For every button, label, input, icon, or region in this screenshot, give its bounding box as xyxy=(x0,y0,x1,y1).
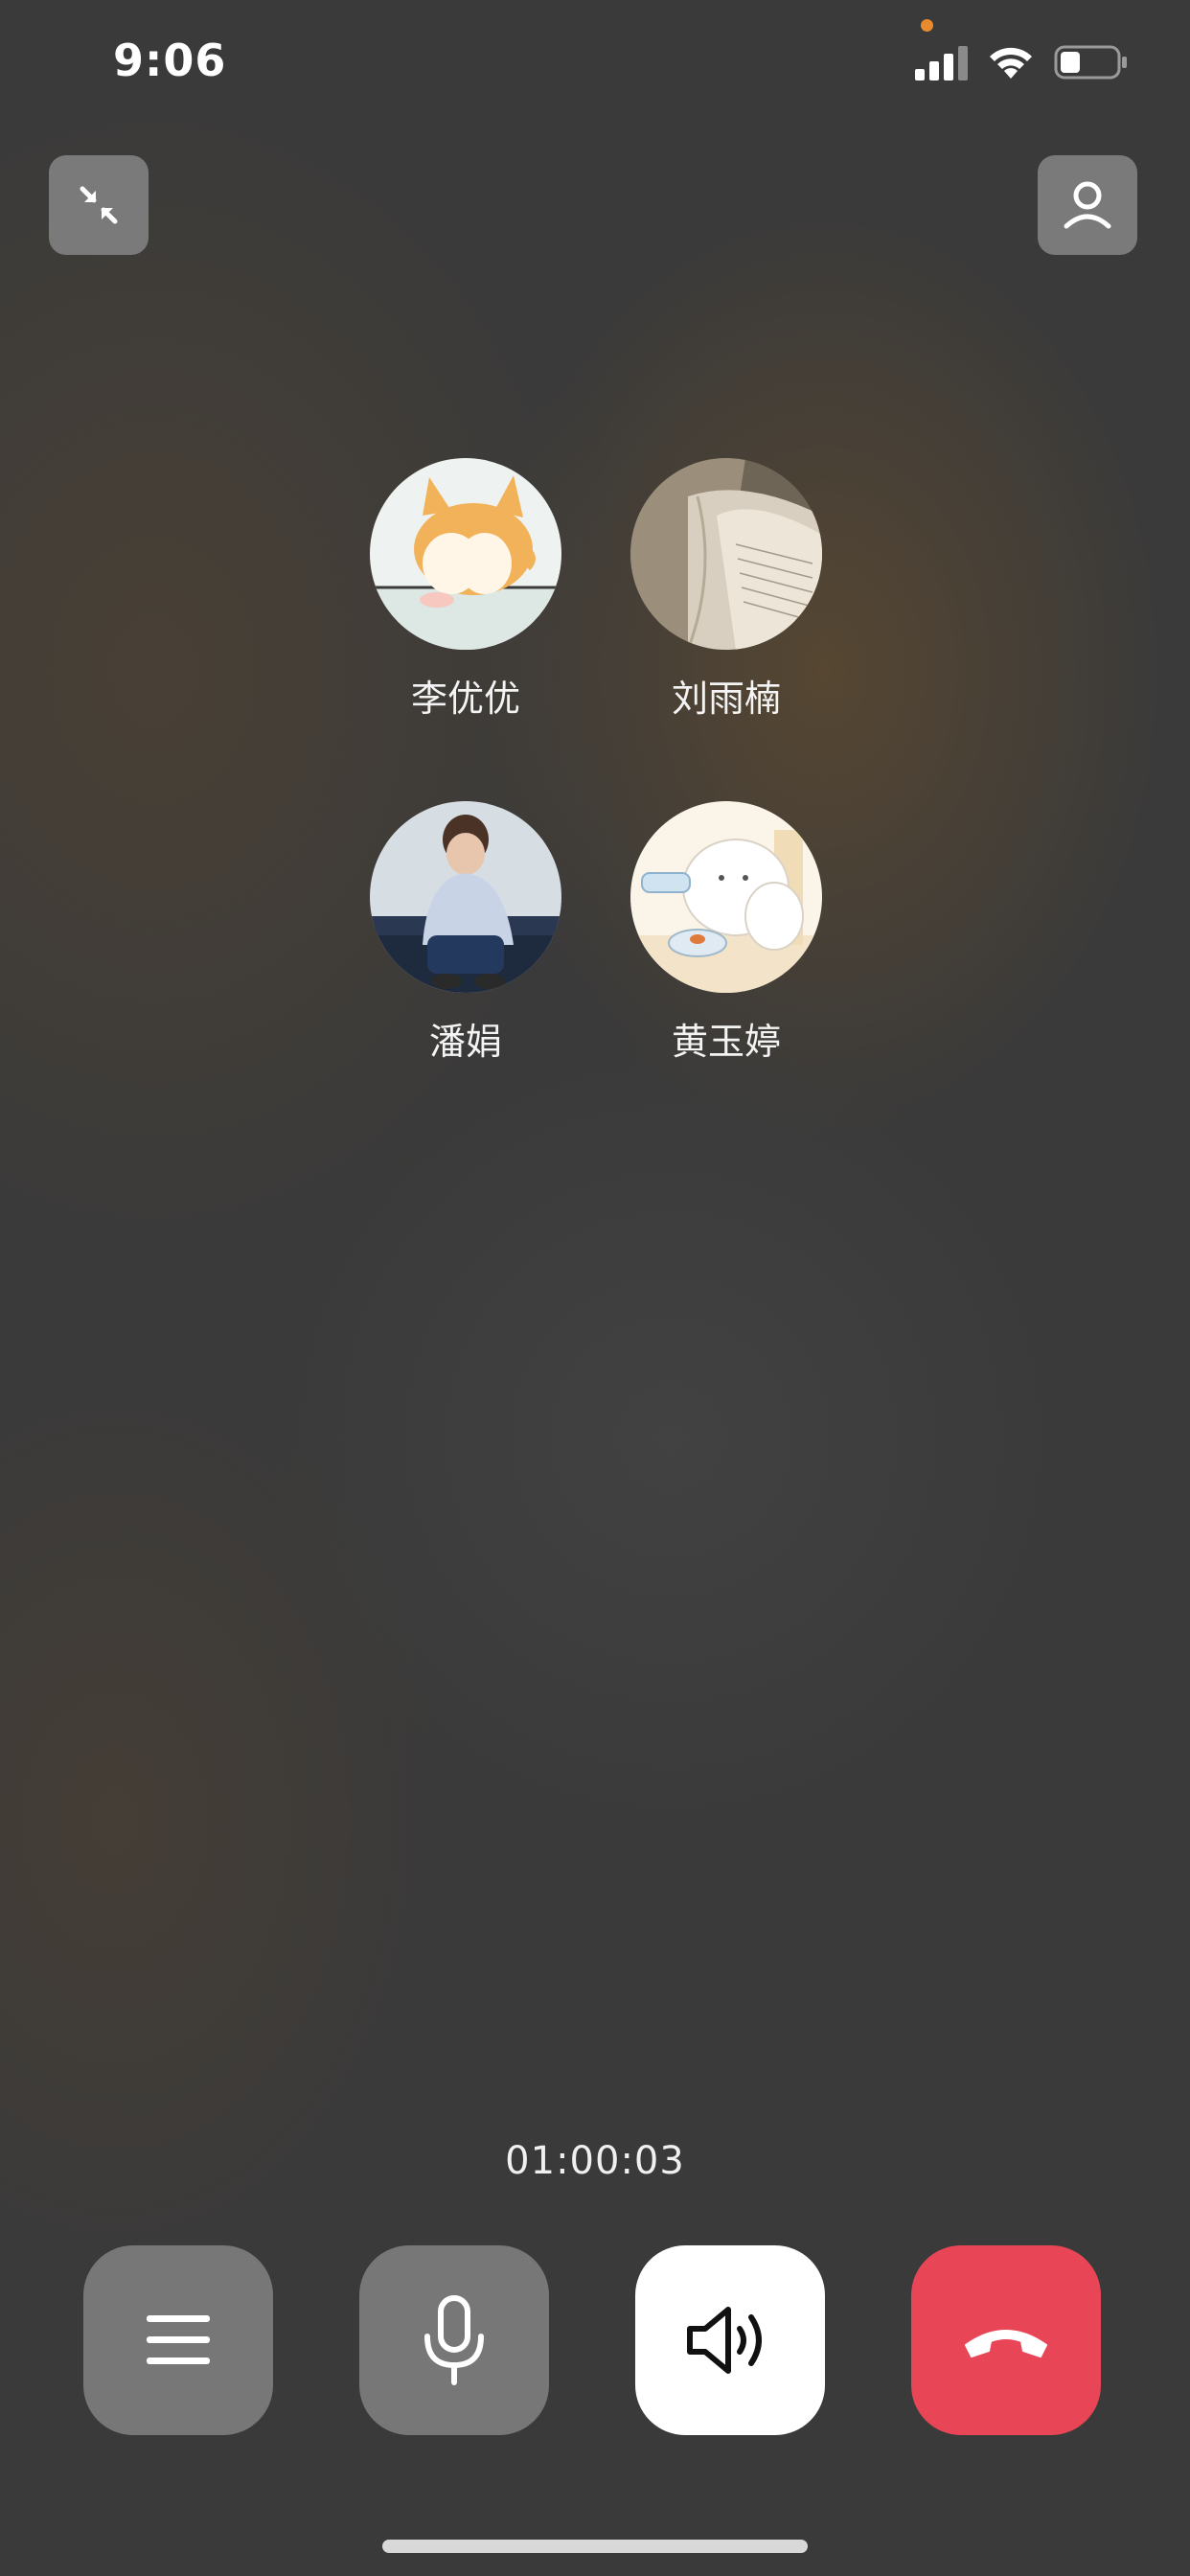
microphone-button[interactable] xyxy=(359,2245,549,2435)
participant-name: 潘娟 xyxy=(428,1021,502,1063)
participant-name: 黄玉婷 xyxy=(671,1021,781,1063)
participant-tile[interactable]: 李优优 xyxy=(370,458,561,722)
add-participant-button[interactable] xyxy=(1038,155,1137,255)
privacy-indicator-dot xyxy=(921,19,933,32)
hang-up-icon xyxy=(965,2330,1047,2358)
man-sitting-photo-avatar xyxy=(370,801,561,993)
minimize-button[interactable] xyxy=(49,155,149,255)
participant-tile[interactable]: 刘雨楠 xyxy=(630,458,822,722)
participant-name: 李优优 xyxy=(410,678,520,720)
speaker-button[interactable] xyxy=(635,2245,825,2435)
participant-tile[interactable]: 黄玉婷 xyxy=(630,801,822,1065)
signal-icon xyxy=(915,46,968,80)
open-book-photo-avatar xyxy=(630,458,822,650)
battery-icon xyxy=(1054,45,1127,80)
minimize-icon xyxy=(80,186,118,224)
participant-tile[interactable]: 潘娟 xyxy=(370,801,561,1065)
person-icon xyxy=(1064,181,1111,229)
participant-name: 刘雨楠 xyxy=(671,678,781,720)
hang-up-button[interactable] xyxy=(911,2245,1101,2435)
home-indicator[interactable] xyxy=(382,2540,808,2553)
corgi-cartoon-avatar xyxy=(370,458,561,650)
status-time: 9:06 xyxy=(113,34,227,86)
speaker-icon xyxy=(687,2307,762,2374)
menu-button[interactable] xyxy=(83,2245,273,2435)
microphone-icon xyxy=(424,2295,484,2385)
cat-cartoon-avatar xyxy=(630,801,822,993)
wifi-icon xyxy=(990,47,1032,79)
menu-icon xyxy=(147,2315,210,2364)
call-duration: 01:00:03 xyxy=(505,2139,685,2183)
